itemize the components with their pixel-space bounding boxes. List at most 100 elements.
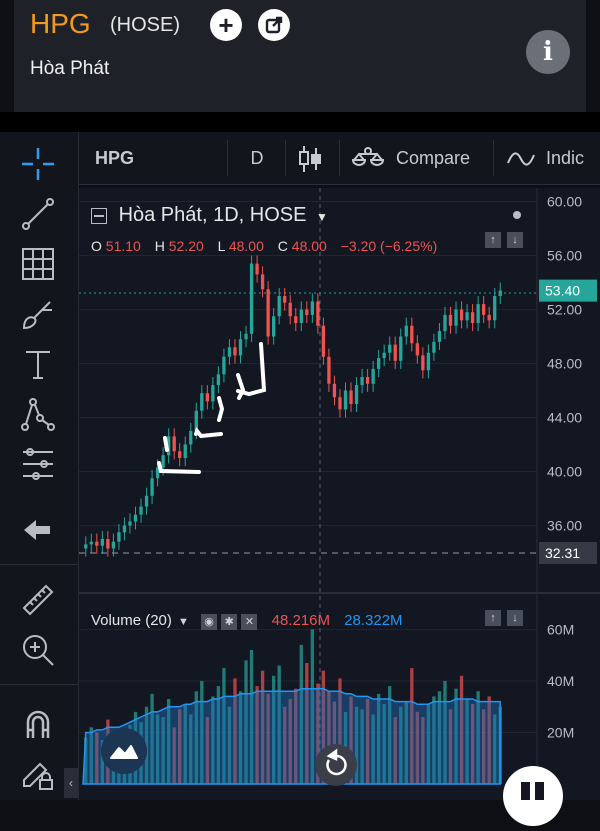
text-tool[interactable] xyxy=(14,342,62,386)
collapse-sidebar-button[interactable]: ‹ xyxy=(64,768,78,798)
crosshair-tool[interactable] xyxy=(14,142,62,186)
price-tick-label: 44.00 xyxy=(547,410,582,426)
price-tick-label: 52.00 xyxy=(547,302,582,318)
candle-body xyxy=(377,358,381,369)
ruler-tool[interactable] xyxy=(14,578,62,622)
remove-indicator-button[interactable]: ✕ xyxy=(241,614,258,630)
compare-button[interactable]: Compare xyxy=(351,132,470,184)
candle-body xyxy=(421,355,425,371)
interval-selector[interactable]: D xyxy=(247,132,267,184)
candle-body xyxy=(161,455,165,468)
volume-value: 48.216M xyxy=(271,612,330,629)
chevron-down-icon[interactable]: ▼ xyxy=(316,210,328,224)
chart-type-button[interactable] xyxy=(297,132,323,184)
indicators-button[interactable]: Indic xyxy=(507,132,600,184)
candle-body xyxy=(100,539,104,546)
prediction-tool[interactable] xyxy=(14,442,62,486)
candle-body xyxy=(410,325,414,344)
candle-body xyxy=(426,352,431,371)
info-button[interactable]: i xyxy=(526,30,570,74)
layout-fab[interactable] xyxy=(503,766,563,826)
candle-body xyxy=(95,541,99,546)
divider xyxy=(493,140,494,176)
volume-label[interactable]: Volume (20) xyxy=(91,612,172,629)
prediction-icon xyxy=(23,448,53,480)
trendline-icon xyxy=(22,198,54,230)
compare-label: Compare xyxy=(396,148,471,168)
candle-body xyxy=(354,385,359,404)
arrow-up-icon: ↑ xyxy=(490,612,496,624)
fib-grid-tool[interactable] xyxy=(14,242,62,286)
candle-body xyxy=(189,431,193,445)
brush-icon xyxy=(22,301,52,330)
candle-body xyxy=(388,344,392,353)
reset-icon xyxy=(326,748,347,776)
candle-body xyxy=(144,495,149,507)
collapse-legend-button[interactable] xyxy=(91,207,107,224)
trendline-tool[interactable] xyxy=(14,192,62,236)
candle-body xyxy=(404,325,408,337)
open-value: 51.10 xyxy=(105,238,141,254)
candle-body xyxy=(133,514,138,522)
plus-circle-icon: + xyxy=(218,10,234,40)
candle-body xyxy=(327,356,331,384)
separator xyxy=(0,112,600,132)
series-title[interactable]: Hòa Phát, 1D, HOSE xyxy=(119,204,307,226)
candlestick-icon xyxy=(299,146,321,173)
chart-grid xyxy=(79,201,537,733)
candle-body xyxy=(139,506,143,515)
candle-body xyxy=(84,544,88,549)
compare-icon xyxy=(351,147,385,167)
chevron-left-icon: ‹ xyxy=(69,776,73,790)
toolbar-symbol[interactable]: HPG xyxy=(95,132,134,184)
change-value: −3.20 (−6.25%) xyxy=(340,238,438,254)
scroll-down-button[interactable]: ↓ xyxy=(507,232,523,248)
candle-body xyxy=(316,301,320,326)
chart-area[interactable]: 60.00 56.00 52.00 48.00 44.00 40.00 36.00 60M 40… xyxy=(79,188,600,826)
volume-scroll-up-button[interactable]: ↑ xyxy=(485,610,501,626)
reset-chart-button[interactable] xyxy=(315,744,357,786)
hide-toolbar-button[interactable] xyxy=(14,508,62,552)
candle-body xyxy=(122,525,127,533)
chevron-down-icon[interactable]: ▼ xyxy=(178,616,189,628)
candle-body xyxy=(332,383,337,398)
candle-body xyxy=(205,393,209,402)
drawing-toolbar: ‹ xyxy=(0,132,79,800)
chart-style-fab[interactable] xyxy=(101,728,147,774)
candle-body xyxy=(277,296,281,317)
magnet-tool[interactable] xyxy=(14,702,62,746)
candle-body xyxy=(487,314,491,321)
share-button[interactable] xyxy=(258,9,290,41)
volume-scroll-down-button[interactable]: ↓ xyxy=(507,610,523,626)
magnet-icon xyxy=(26,710,50,738)
close-icon: ✕ xyxy=(244,616,255,628)
settings-button[interactable]: ✱ xyxy=(221,614,238,630)
arrow-up-icon: ↑ xyxy=(490,234,496,246)
pattern-tool[interactable] xyxy=(14,392,62,436)
pause-icon xyxy=(521,782,544,800)
divider xyxy=(227,140,228,176)
chart-toolbar: HPG D Compare Indic xyxy=(79,132,600,185)
visibility-button[interactable]: ◉ xyxy=(201,614,218,630)
add-watchlist-button[interactable]: + xyxy=(210,9,242,41)
lock-drawings-tool[interactable] xyxy=(14,752,62,796)
brush-tool[interactable] xyxy=(14,292,62,336)
chart-canvas[interactable]: 60.00 56.00 52.00 48.00 44.00 40.00 36.00 60M 40… xyxy=(79,188,600,800)
price-axis: 60.00 56.00 52.00 48.00 44.00 40.00 36.00 60M 40… xyxy=(539,194,597,740)
candle-body xyxy=(399,336,403,361)
candle-body xyxy=(288,302,292,317)
scroll-up-button[interactable]: ↑ xyxy=(485,232,501,248)
candle-body xyxy=(343,390,348,410)
candle-body xyxy=(216,374,221,386)
low-label: L xyxy=(217,238,225,254)
candle-body xyxy=(266,289,270,337)
candle-body xyxy=(172,436,176,452)
gear-icon: ✱ xyxy=(224,616,234,628)
ruler-icon xyxy=(22,584,54,616)
candle-body xyxy=(238,339,243,356)
candle-body xyxy=(222,356,226,375)
candle-body xyxy=(371,368,375,384)
candle-body xyxy=(183,444,187,458)
pattern-icon xyxy=(21,398,55,431)
zoom-tool[interactable] xyxy=(14,628,62,672)
